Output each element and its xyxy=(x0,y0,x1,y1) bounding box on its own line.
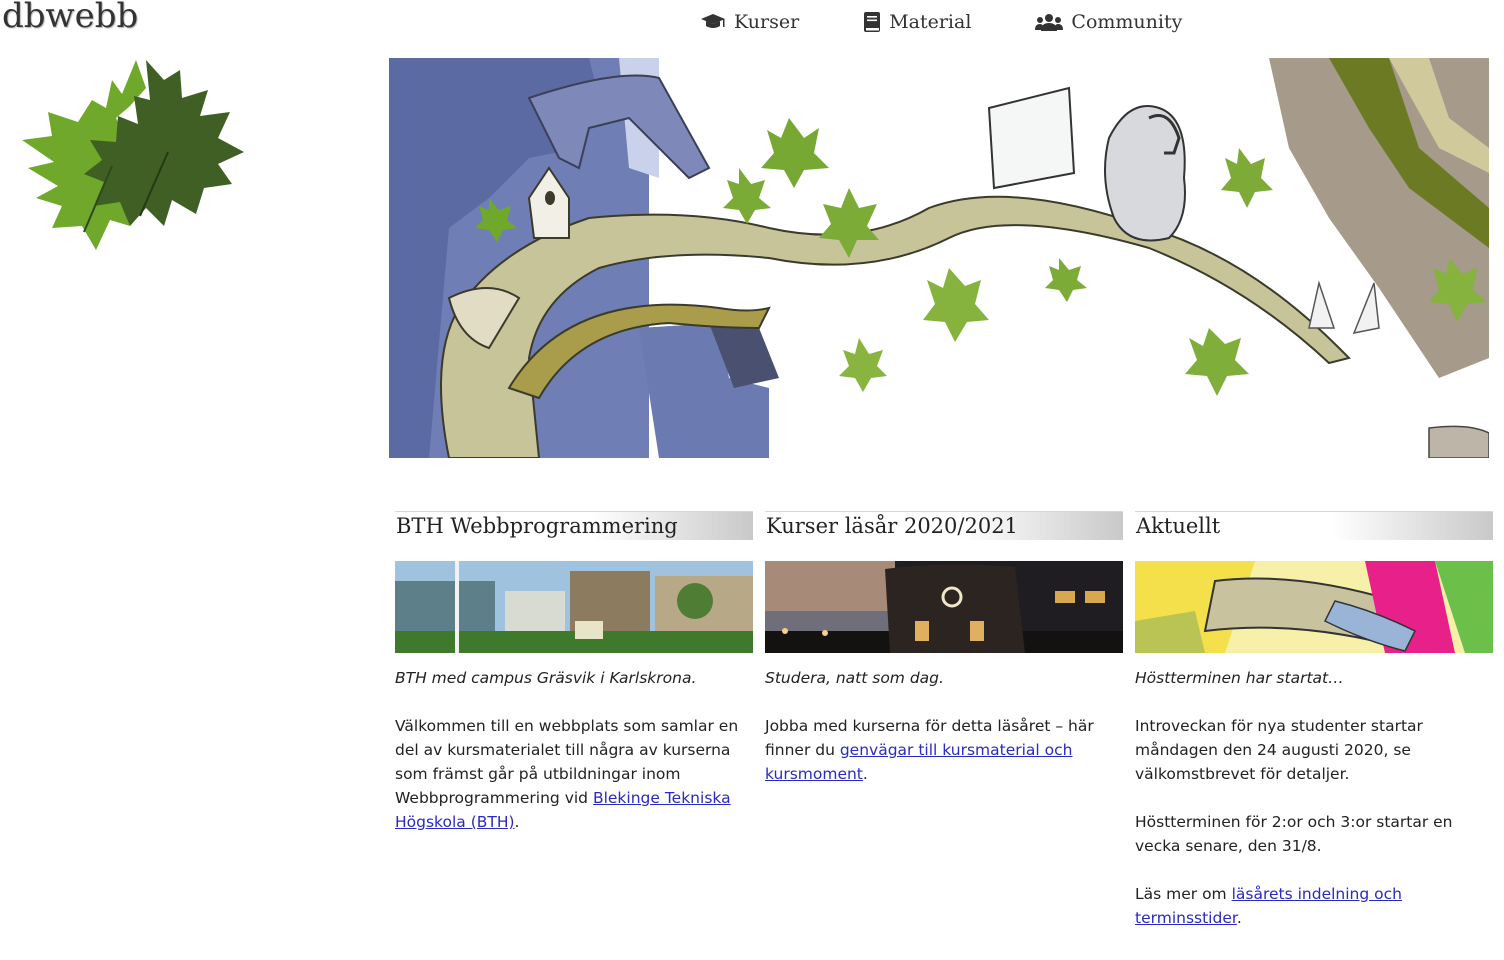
text: . xyxy=(1236,909,1242,927)
column-news: Aktuellt Höstterminen har startat… Intro… xyxy=(1135,511,1493,930)
text: . xyxy=(514,813,520,831)
column-text: Välkommen till en webbplats som samlar e… xyxy=(395,714,753,834)
image-caption: Studera, natt som dag. xyxy=(765,669,944,687)
nav-item-label: Kurser xyxy=(734,11,800,33)
column-text: Jobba med kurserna för detta läsåret – h… xyxy=(765,714,1123,786)
column-text: Höstterminen för 2:or och 3:or startar e… xyxy=(1135,810,1493,858)
column-title: Aktuellt xyxy=(1135,511,1493,540)
hero-illustration xyxy=(389,58,1489,458)
text: Höstterminen för 2:or och 3:or startar e… xyxy=(1135,813,1453,855)
campus-photo xyxy=(395,561,753,653)
image-caption: Höstterminen har startat… xyxy=(1135,669,1344,687)
column-courses: Kurser läsår 2020/2021 Studera, natt som… xyxy=(765,511,1123,786)
nav-item-label: Community xyxy=(1071,11,1183,33)
nav-item-kurser[interactable]: Kurser xyxy=(700,8,799,36)
column-text: Introveckan för nya studenter startar må… xyxy=(1135,714,1493,786)
column-title: BTH Webbprogrammering xyxy=(395,511,753,540)
nav-item-label: Material xyxy=(889,11,972,33)
image-caption: BTH med campus Gräsvik i Karlskrona. xyxy=(395,669,697,687)
dbwebb-leaf-logo[interactable] xyxy=(18,56,248,258)
text: Introveckan för nya studenter startar må… xyxy=(1135,717,1423,783)
text: . xyxy=(862,765,868,783)
main-nav: Kurser Material Community xyxy=(700,8,1246,36)
night-campus-photo xyxy=(765,561,1123,653)
column-text: Läs mer om läsårets indelning och termin… xyxy=(1135,882,1493,930)
column-title: Kurser läsår 2020/2021 xyxy=(765,511,1123,540)
column-bth: BTH Webbprogrammering BTH med campus Grä… xyxy=(395,511,753,834)
text: Läs mer om xyxy=(1135,885,1232,903)
book-icon xyxy=(863,11,881,33)
users-icon xyxy=(1035,13,1064,31)
site-title[interactable]: dbwebb xyxy=(2,0,138,36)
nav-item-material[interactable]: Material xyxy=(863,8,971,36)
graduation-cap-icon xyxy=(700,13,726,31)
abstract-photo xyxy=(1135,561,1493,653)
nav-item-community[interactable]: Community xyxy=(1035,8,1182,36)
